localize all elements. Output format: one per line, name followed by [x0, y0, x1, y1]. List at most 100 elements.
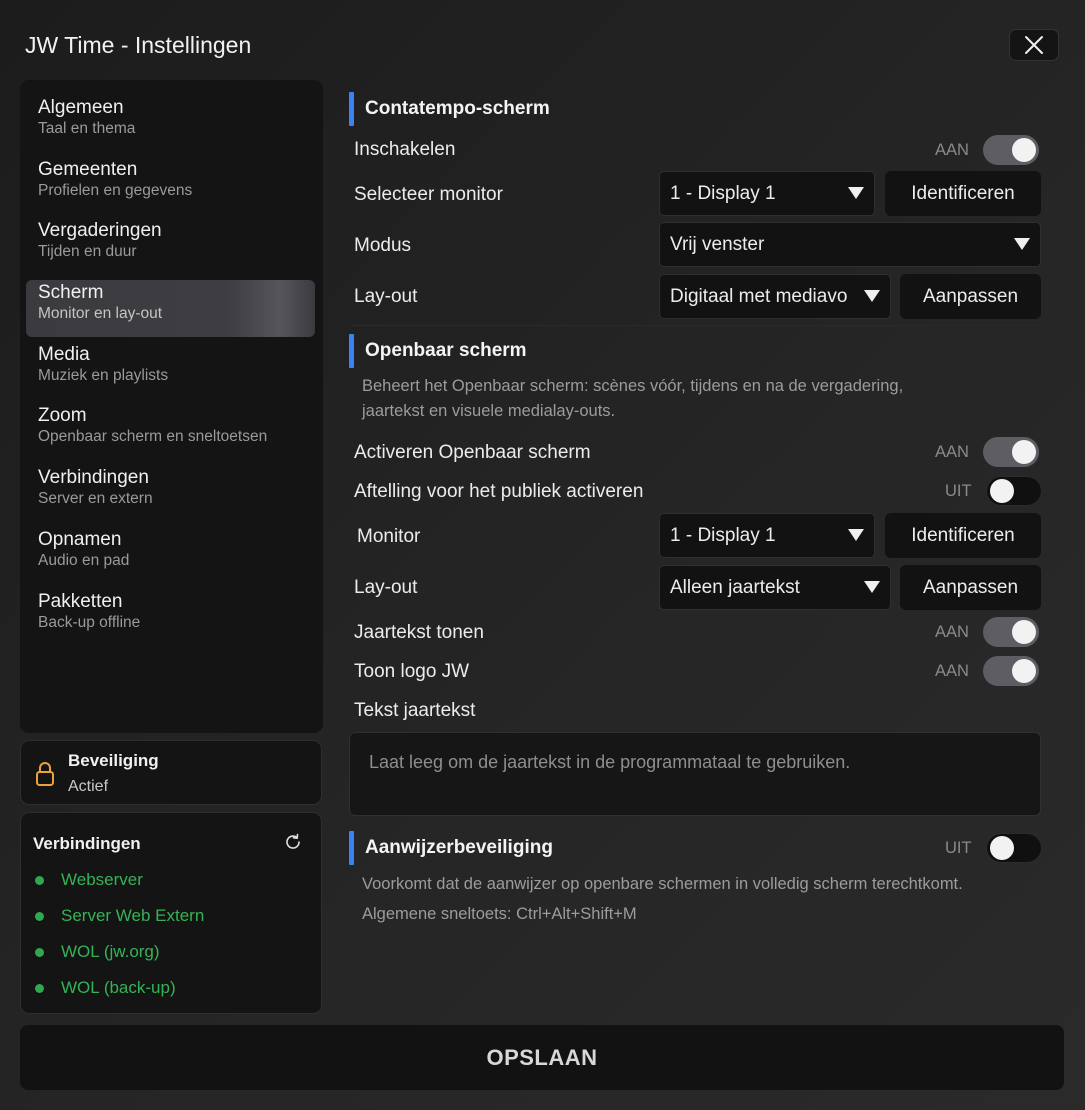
mode-select[interactable]: Vrij venster: [659, 222, 1041, 267]
sidebar-item-sub: Openbaar scherm en sneltoetsen: [38, 428, 268, 446]
toggle-state-text: AAN: [935, 622, 969, 641]
yeartext-input[interactable]: [349, 732, 1041, 816]
security-status: Actief: [68, 778, 109, 795]
toggle-state-text: UIT: [945, 481, 972, 500]
section-accent-bar: [349, 92, 354, 126]
sidebar-item-opnamen[interactable]: Opnamen Audio en pad: [26, 527, 315, 584]
public-layout-select-value: Alleen jaartekst: [670, 576, 800, 598]
pointer-toggle[interactable]: [985, 833, 1042, 863]
mode-select-value: Vrij venster: [670, 233, 765, 255]
logo-toggle-group: AAN: [935, 656, 1039, 686]
yeartext-toggle[interactable]: [982, 617, 1039, 647]
sidebar: Algemeen Taal en thema Gemeenten Profiel…: [20, 80, 323, 733]
customize-button[interactable]: Aanpassen: [900, 274, 1041, 319]
toggle-knob: [1011, 620, 1036, 644]
logo-label: Toon logo JW: [354, 661, 470, 682]
sidebar-item-verbindingen[interactable]: Verbindingen Server en extern: [26, 465, 315, 522]
countdown-label: Aftelling voor het publiek activeren: [354, 481, 644, 502]
sidebar-item-label: Vergaderingen: [38, 220, 162, 242]
connection-label: Server Web Extern: [61, 906, 205, 925]
connection-item-server-web-extern: Server Web Extern: [35, 905, 204, 927]
caret-down-icon: [848, 529, 864, 541]
caret-down-icon: [864, 581, 880, 593]
countdown-toggle-group: UIT: [945, 476, 1042, 506]
monitor-select[interactable]: 1 - Display 1: [659, 171, 875, 216]
public-layout-label: Lay-out: [354, 577, 418, 598]
activate-public-toggle-group: AAN: [935, 437, 1039, 467]
sidebar-item-scherm[interactable]: Scherm Monitor en lay-out: [26, 280, 315, 338]
section-title: Openbaar scherm: [365, 340, 527, 361]
public-monitor-select-value: 1 - Display 1: [670, 524, 776, 546]
section-accent-bar: [349, 334, 354, 368]
lock-icon: [36, 762, 54, 786]
public-monitor-select[interactable]: 1 - Display 1: [659, 513, 875, 558]
refresh-icon[interactable]: [283, 832, 303, 852]
save-button[interactable]: OPSLAAN: [20, 1025, 1064, 1090]
layout-label: Lay-out: [354, 286, 418, 307]
toggle-state-text: AAN: [935, 140, 969, 159]
toggle-knob: [1011, 138, 1036, 162]
toggle-knob: [989, 836, 1014, 860]
identify-button[interactable]: Identificeren: [885, 171, 1041, 216]
public-screen-description: Beheert het Openbaar scherm: scènes vóór…: [362, 374, 903, 424]
close-button[interactable]: [1009, 29, 1059, 61]
sidebar-item-sub: Muziek en playlists: [38, 366, 169, 384]
public-monitor-label: Monitor: [357, 526, 421, 547]
connection-item-webserver: Webserver: [35, 869, 143, 891]
monitor-label: Selecteer monitor: [354, 184, 503, 205]
caret-down-icon: [848, 187, 864, 199]
sidebar-item-sub: Tijden en duur: [38, 243, 137, 261]
security-card[interactable]: Beveiliging Actief: [20, 740, 322, 805]
logo-toggle[interactable]: [982, 656, 1039, 686]
enable-toggle[interactable]: [982, 135, 1039, 165]
sidebar-item-sub: Taal en thema: [38, 120, 136, 137]
pointer-toggle-group: UIT: [945, 833, 1042, 863]
connection-item-wol-jworg: WOL (jw.org): [35, 941, 160, 963]
toggle-state-text: UIT: [945, 838, 972, 857]
connection-label: Webserver: [61, 870, 143, 889]
sidebar-item-sub: Server en extern: [38, 490, 153, 508]
public-layout-select[interactable]: Alleen jaartekst: [659, 565, 891, 610]
activate-public-label: Activeren Openbaar scherm: [354, 442, 591, 463]
monitor-select-value: 1 - Display 1: [670, 182, 776, 204]
sidebar-item-zoom[interactable]: Zoom Openbaar scherm en sneltoetsen: [26, 403, 315, 460]
sidebar-item-sub: Back-up offline: [38, 613, 141, 631]
window-title: JW Time - Instellingen: [25, 32, 252, 58]
connections-card: Verbindingen Webserver Server Web Extern…: [20, 812, 322, 1014]
sidebar-item-label: Media: [38, 343, 90, 365]
public-customize-button[interactable]: Aanpassen: [900, 565, 1041, 610]
layout-select[interactable]: Digitaal met mediavo: [659, 274, 891, 319]
public-identify-button[interactable]: Identificeren: [885, 513, 1041, 558]
sidebar-item-label: Opnamen: [38, 528, 122, 550]
sidebar-item-gemeenten[interactable]: Gemeenten Profielen en gegevens: [26, 157, 315, 214]
section-accent-bar: [349, 831, 354, 865]
sidebar-item-label: Algemeen: [38, 97, 124, 118]
activate-public-toggle[interactable]: [982, 437, 1039, 467]
toggle-knob: [1011, 659, 1036, 683]
toggle-state-text: AAN: [935, 442, 969, 461]
status-dot-icon: [35, 947, 44, 957]
status-dot-icon: [35, 875, 44, 885]
countdown-toggle[interactable]: [985, 476, 1042, 506]
toggle-knob: [1011, 440, 1036, 464]
sidebar-item-algemeen[interactable]: Algemeen Taal en thema: [26, 95, 315, 152]
sidebar-item-vergaderingen[interactable]: Vergaderingen Tijden en duur: [26, 218, 315, 275]
section-public-screen: Openbaar scherm: [349, 334, 527, 368]
connection-item-wol-backup: WOL (back-up): [35, 977, 176, 999]
caret-down-icon: [1014, 238, 1030, 250]
sidebar-item-label: Pakketten: [38, 590, 123, 612]
sidebar-item-pakketten[interactable]: Pakketten Back-up offline: [26, 589, 315, 646]
sidebar-item-media[interactable]: Media Muziek en playlists: [26, 342, 315, 399]
yeartext-toggle-group: AAN: [935, 617, 1039, 647]
connection-label: WOL (back-up): [61, 978, 176, 997]
section-contatempo: Contatempo-scherm: [349, 92, 550, 126]
pointer-description: Voorkomt dat de aanwijzer op openbare sc…: [362, 875, 963, 893]
connections-title: Verbindingen: [33, 834, 141, 853]
description-line: jaartekst en visuele medialay-outs.: [362, 402, 616, 420]
close-icon: [1025, 36, 1043, 54]
section-title: Contatempo-scherm: [365, 98, 550, 119]
status-dot-icon: [35, 983, 44, 993]
section-divider: [350, 325, 1040, 326]
description-line: Beheert het Openbaar scherm: scènes vóór…: [362, 377, 904, 395]
sidebar-item-sub: Profielen en gegevens: [38, 181, 193, 199]
